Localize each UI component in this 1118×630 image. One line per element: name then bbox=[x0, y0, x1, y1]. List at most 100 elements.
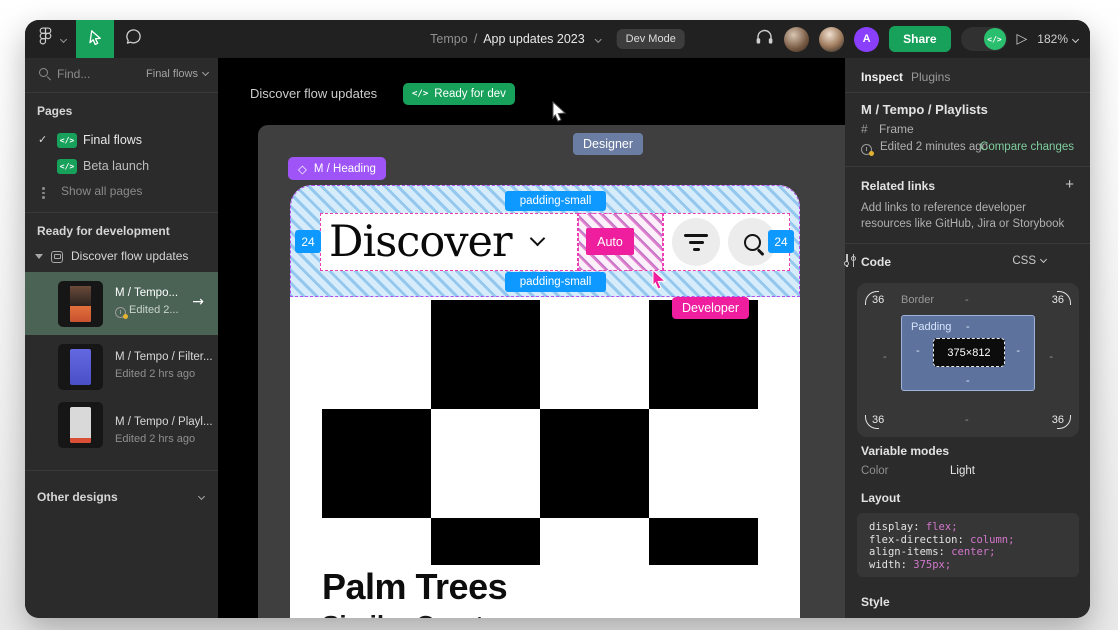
chevron-down-icon bbox=[60, 35, 67, 42]
css-value: center; bbox=[951, 546, 995, 558]
main-menu-button[interactable] bbox=[25, 20, 76, 58]
box-model-diagram: 36 36 36 36 Border - - - - Padding - - -… bbox=[857, 283, 1079, 437]
css-property: display: bbox=[869, 521, 926, 533]
add-link-plus-icon[interactable]: + bbox=[1065, 176, 1074, 193]
canvas-section-title[interactable]: Discover flow updates bbox=[250, 86, 377, 101]
figma-logo-icon bbox=[39, 27, 52, 51]
selection-title: M / Tempo / Playlists bbox=[861, 102, 988, 117]
chevron-down-icon bbox=[198, 493, 205, 500]
tab-plugins[interactable]: Plugins bbox=[911, 70, 950, 84]
dev-mode-toggle-knob-code-icon: </> bbox=[984, 28, 1006, 50]
search-icon bbox=[39, 68, 48, 77]
code-language-dropdown[interactable]: CSS bbox=[1012, 255, 1046, 267]
corner-radius-value: 36 bbox=[1052, 414, 1064, 426]
breadcrumb-separator: / bbox=[474, 32, 477, 46]
style-header: Style bbox=[861, 595, 890, 609]
auto-spacing-badge: Auto bbox=[586, 228, 634, 255]
designer-cursor-label: Designer bbox=[573, 133, 643, 155]
border-top-value[interactable]: - bbox=[965, 294, 969, 306]
divider bbox=[845, 166, 1090, 167]
move-tool-button[interactable] bbox=[76, 20, 114, 58]
list-dots-icon bbox=[42, 185, 44, 201]
gap-annotation-right: 24 bbox=[768, 230, 794, 253]
share-button[interactable]: Share bbox=[889, 26, 950, 52]
padding-right-value[interactable]: - bbox=[1016, 345, 1020, 357]
album-artwork-image bbox=[322, 300, 758, 565]
canvas[interactable]: Discover flow updates </> Ready for dev … bbox=[218, 58, 845, 618]
flows-filter-dropdown[interactable]: Final flows bbox=[146, 68, 208, 80]
breadcrumb[interactable]: Tempo / App updates 2023 Dev Mode bbox=[430, 20, 685, 58]
zoom-level-control[interactable]: 182% bbox=[1037, 32, 1078, 46]
corner-radius-value: 36 bbox=[872, 414, 884, 426]
mode-value[interactable]: Light bbox=[950, 465, 975, 477]
border-right-value[interactable]: - bbox=[1049, 351, 1053, 363]
ready-for-dev-badge[interactable]: </> Ready for dev bbox=[403, 83, 515, 105]
padding-box: Padding - - - - 375×812 bbox=[901, 315, 1035, 391]
selection-type: Frame bbox=[879, 122, 914, 136]
zoom-level-value: 182% bbox=[1037, 32, 1068, 46]
border-left-value[interactable]: - bbox=[883, 351, 887, 363]
comment-bubble-icon bbox=[125, 28, 142, 50]
padding-top-value[interactable]: - bbox=[966, 321, 970, 333]
layout-header: Layout bbox=[861, 491, 900, 505]
frame-edited: Edited 2... bbox=[129, 304, 179, 316]
filter-icon bbox=[684, 230, 708, 255]
comment-tool-button[interactable] bbox=[114, 20, 152, 58]
dev-mode-toggle[interactable]: </> bbox=[961, 27, 1007, 51]
flows-filter-value: Final flows bbox=[146, 68, 198, 80]
section-tree-row[interactable]: Discover flow updates bbox=[25, 248, 218, 268]
developer-cursor-icon bbox=[648, 268, 670, 297]
avatar-collaborator-1[interactable] bbox=[784, 27, 809, 52]
tab-inspect[interactable]: Inspect bbox=[861, 70, 903, 84]
discover-heading: Discover bbox=[329, 221, 512, 264]
divider bbox=[25, 92, 218, 93]
heading-text-box[interactable]: Discover bbox=[320, 213, 578, 271]
section-frame-icon bbox=[51, 251, 63, 263]
filter-button[interactable] bbox=[672, 218, 720, 266]
header-selection-hatch[interactable]: Discover Auto padding-small padding-smal… bbox=[290, 185, 800, 297]
border-bottom-value[interactable]: - bbox=[965, 414, 969, 426]
code-language-value: CSS bbox=[1012, 255, 1036, 267]
sidebar-item-final-flows[interactable]: ✓ </> Final flows bbox=[25, 130, 218, 154]
inspector-panel: Inspect Plugins M / Tempo / Playlists # … bbox=[845, 58, 1090, 618]
padding-label: Padding bbox=[911, 321, 951, 333]
frame-list-item[interactable]: M / Tempo / Playl... Edited 2 hrs ago bbox=[25, 400, 218, 460]
ready-for-dev-page-icon: </> bbox=[57, 133, 77, 148]
avatar-collaborator-2[interactable] bbox=[819, 27, 844, 52]
show-all-pages-button[interactable]: Show all pages bbox=[25, 182, 218, 204]
border-label: Border bbox=[901, 294, 934, 306]
code-settings-sliders-icon[interactable] bbox=[844, 254, 856, 267]
chevron-down-icon[interactable] bbox=[529, 230, 545, 246]
padding-bottom-value[interactable]: - bbox=[966, 375, 970, 387]
padding-left-value[interactable]: - bbox=[916, 345, 920, 357]
layout-css-code[interactable]: display: flex; flex-direction: column; a… bbox=[857, 513, 1079, 577]
frame-thumbnail bbox=[58, 281, 103, 327]
clock-icon bbox=[861, 144, 872, 155]
related-links-description: Add links to reference developer resourc… bbox=[861, 200, 1067, 232]
show-all-pages-label: Show all pages bbox=[61, 184, 142, 198]
section-tree-label: Discover flow updates bbox=[71, 249, 188, 263]
diamond-icon: ◇ bbox=[298, 162, 307, 176]
left-sidebar: Find... Final flows Pages ✓ </> Final fl… bbox=[25, 58, 218, 618]
arrow-right-icon[interactable]: → bbox=[192, 294, 204, 310]
other-designs-section[interactable]: Other designs bbox=[25, 488, 218, 510]
padding-annotation-bottom: padding-small bbox=[505, 272, 606, 292]
ready-for-dev-page-icon: </> bbox=[57, 159, 77, 174]
compare-changes-link[interactable]: Compare changes bbox=[980, 141, 1074, 153]
page-label: Final flows bbox=[83, 133, 142, 147]
other-designs-label: Other designs bbox=[37, 490, 118, 504]
frame-title: M / Tempo / Playl... bbox=[115, 416, 213, 428]
css-value: 375px; bbox=[913, 559, 951, 571]
frame-size-value[interactable]: 375×812 bbox=[933, 338, 1005, 367]
component-badge[interactable]: ◇ M / Heading bbox=[288, 157, 386, 180]
chevron-down-icon[interactable] bbox=[595, 35, 602, 42]
headphones-icon[interactable] bbox=[755, 29, 774, 50]
frame-list-item[interactable]: M / Tempo / Filter... Edited 2 hrs ago bbox=[25, 342, 218, 402]
screenshot-stage: Tempo / App updates 2023 Dev Mode A Shar… bbox=[0, 0, 1118, 630]
gap-annotation-left: 24 bbox=[295, 230, 321, 253]
find-input[interactable]: Find... bbox=[57, 67, 90, 81]
present-play-icon[interactable]: ▷ bbox=[1017, 31, 1028, 47]
sidebar-item-beta-launch[interactable]: </> Beta launch bbox=[25, 156, 218, 180]
avatar-current-user[interactable]: A bbox=[854, 27, 879, 52]
frame-list-item-selected[interactable]: M / Tempo... Edited 2... → bbox=[25, 272, 218, 335]
